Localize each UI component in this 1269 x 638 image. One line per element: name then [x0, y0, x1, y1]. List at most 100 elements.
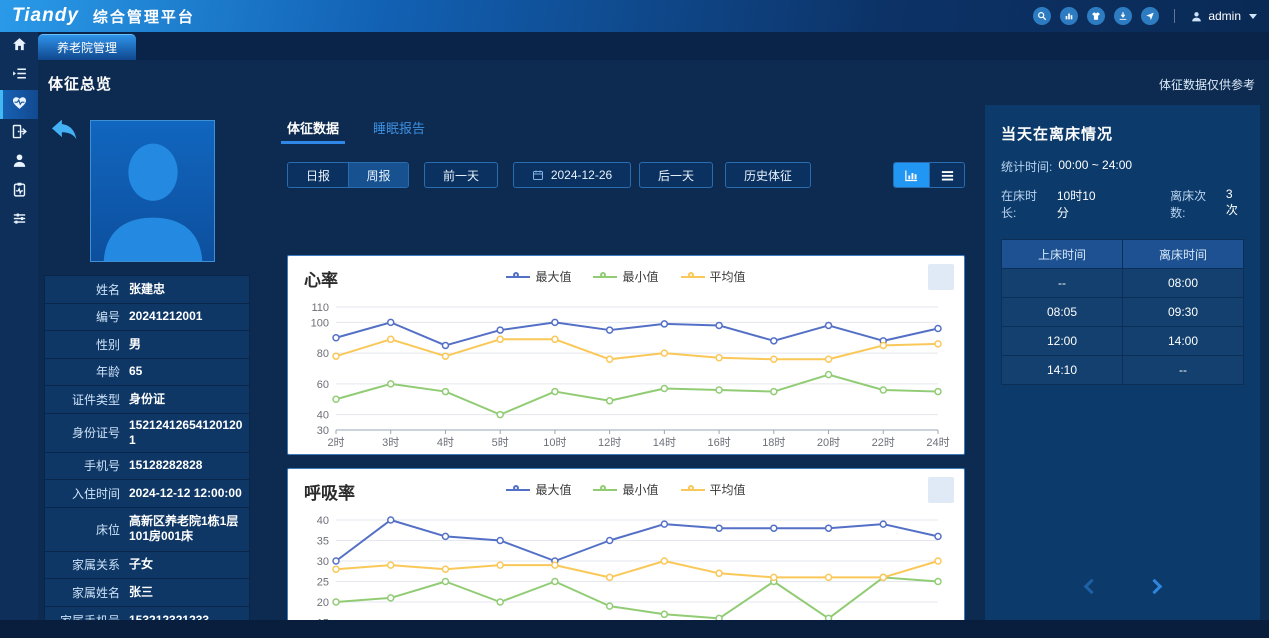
data-point	[716, 525, 722, 531]
data-point	[388, 517, 394, 523]
svg-text:18时: 18时	[762, 436, 785, 449]
data-point	[716, 355, 722, 361]
heart-rate-chart-card: 心率 最大值最小值平均值 304060801001102时3时4时5时10时12…	[287, 255, 965, 455]
bed-table-cell: 14:00	[1123, 327, 1243, 355]
list-view-button[interactable]	[929, 163, 964, 187]
date-picker[interactable]: 2024-12-26	[513, 162, 631, 188]
data-point	[333, 335, 339, 341]
data-point	[442, 353, 448, 359]
send-icon[interactable]	[1141, 7, 1159, 25]
data-point	[826, 574, 832, 580]
door-exit-icon	[11, 123, 28, 145]
data-point	[552, 562, 558, 568]
info-label: 编号	[45, 308, 129, 325]
data-point	[497, 538, 503, 544]
list-view-icon	[940, 168, 955, 183]
legend-item[interactable]: 最小值	[593, 268, 658, 285]
legend-marker-icon	[506, 486, 530, 494]
tab-sleep-report[interactable]: 睡眠报告	[373, 118, 425, 144]
info-row: 床位高新区养老院1栋1层101房001床	[45, 508, 249, 552]
info-row: 家属关系子女	[45, 552, 249, 580]
next-page-icon[interactable]	[1146, 579, 1162, 595]
info-value: 子女	[129, 553, 249, 576]
data-point	[661, 558, 667, 564]
sidebar-item-menu-list[interactable]	[0, 61, 38, 90]
bed-table-cell: --	[1123, 356, 1243, 384]
info-row: 姓名张建忠	[45, 276, 249, 304]
svg-text:30: 30	[317, 556, 329, 568]
legend-item[interactable]: 平均值	[681, 268, 746, 285]
legend-item[interactable]: 最大值	[506, 481, 571, 498]
page-title: 体征总览	[48, 73, 112, 94]
bed-table-cell: 14:10	[1002, 356, 1123, 384]
back-button[interactable]	[48, 116, 80, 144]
data-point	[826, 525, 832, 531]
vitals-toolbar: 日报 周报 前一天 2024-12-26 后一天	[287, 162, 965, 188]
prev-page-icon[interactable]	[1083, 579, 1099, 595]
sidebar-item-sliders[interactable]	[0, 206, 38, 235]
data-point	[333, 353, 339, 359]
history-vitals-button[interactable]: 历史体征	[725, 162, 811, 188]
prev-day-button[interactable]: 前一天	[424, 162, 498, 188]
search-icon[interactable]	[1033, 7, 1051, 25]
window-tabstrip: 养老院管理	[38, 32, 1269, 60]
sidebar-item-door-exit[interactable]	[0, 119, 38, 148]
info-label: 床位	[45, 521, 129, 538]
svg-text:100: 100	[311, 317, 329, 329]
data-point	[771, 525, 777, 531]
svg-text:25: 25	[317, 577, 329, 589]
chart-view-button[interactable]	[894, 163, 929, 187]
data-point	[497, 336, 503, 342]
chevron-down-icon	[1249, 14, 1257, 19]
sidebar-item-user[interactable]	[0, 148, 38, 177]
next-day-button[interactable]: 后一天	[639, 162, 713, 188]
svg-text:20: 20	[317, 597, 329, 609]
sidebar-item-home[interactable]	[0, 32, 38, 61]
info-value: 152124126541201201	[129, 414, 249, 452]
patient-info-table: 姓名张建忠编号20241212001性别男年龄65证件类型身份证身份证号1521…	[44, 275, 250, 635]
bar-chart-icon[interactable]	[1060, 7, 1078, 25]
stat-time-label: 统计时间:	[1001, 158, 1052, 175]
daily-report-button[interactable]: 日报	[288, 163, 348, 187]
data-point	[497, 599, 503, 605]
data-point	[388, 595, 394, 601]
legend-item[interactable]: 最小值	[593, 481, 658, 498]
chart-toolbox-button[interactable]	[928, 264, 954, 290]
svg-text:35: 35	[317, 536, 329, 548]
legend-item[interactable]: 最大值	[506, 268, 571, 285]
user-menu[interactable]: admin	[1190, 9, 1257, 23]
stat-time-row: 统计时间: 00:00 ~ 24:00	[1001, 158, 1244, 175]
data-point	[552, 319, 558, 325]
disclaimer-text: 体征数据仅供参考	[1159, 76, 1255, 93]
data-point	[442, 533, 448, 539]
download-icon[interactable]	[1114, 7, 1132, 25]
sidebar-item-clipboard-pulse[interactable]	[0, 177, 38, 206]
legend-item[interactable]: 平均值	[681, 481, 746, 498]
info-value: 张建忠	[129, 278, 249, 301]
data-point	[716, 570, 722, 576]
svg-text:24时: 24时	[926, 436, 949, 449]
header-divider	[1174, 9, 1175, 23]
legend-marker-icon	[593, 486, 617, 494]
chart-toolbox-button[interactable]	[928, 477, 954, 503]
view-toggle	[893, 162, 965, 188]
legend-label: 最大值	[535, 481, 571, 498]
sidebar-item-heart-pulse[interactable]	[0, 90, 38, 119]
shirt-icon[interactable]	[1087, 7, 1105, 25]
data-point	[497, 412, 503, 418]
data-point	[388, 381, 394, 387]
info-value: 15128282828	[129, 454, 249, 477]
data-point	[388, 319, 394, 325]
heart-rate-plot: 304060801001102时3时4时5时10时12时14时16时18时20时…	[294, 300, 958, 457]
info-row: 性别男	[45, 331, 249, 359]
svg-text:20时: 20时	[817, 436, 840, 449]
app-window: Tiandy 综合管理平台 admin	[0, 0, 1269, 638]
tab-nursing-home[interactable]: 养老院管理	[38, 34, 136, 60]
tab-vital-data[interactable]: 体征数据	[287, 118, 339, 144]
svg-text:40: 40	[317, 410, 329, 422]
bed-table-cell: --	[1002, 269, 1123, 297]
bed-table-row: 14:10--	[1002, 355, 1243, 384]
data-point	[607, 574, 613, 580]
weekly-report-button[interactable]: 周报	[348, 163, 408, 187]
bed-panel-title: 当天在离床情况	[1001, 123, 1244, 144]
